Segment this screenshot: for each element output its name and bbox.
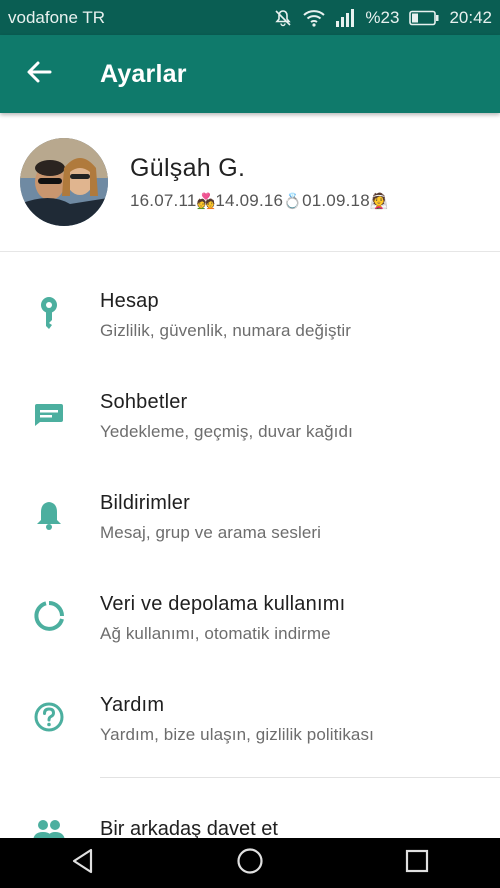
bell-icon (30, 496, 68, 534)
square-recents-icon (405, 849, 429, 878)
about-date-2: 14.09.16 (215, 190, 284, 210)
profile-about: 16.07.11💑14.09.16💍01.09.18👰 (130, 191, 389, 211)
app-bar: Ayarlar (0, 35, 500, 113)
nav-recents-button[interactable] (387, 838, 447, 888)
settings-item-title: Yardım (100, 694, 165, 716)
key-icon (30, 294, 68, 332)
divider (100, 777, 500, 778)
profile-name: Gülşah G. (130, 153, 246, 182)
arrow-back-icon (26, 59, 52, 90)
settings-item-subtitle: Yardım, bize ulaşın, gizlilik politikası (100, 725, 374, 744)
bride-emoji: 👰 (369, 192, 389, 210)
page-title: Ayarlar (100, 59, 187, 88)
clock: 20:42 (449, 7, 492, 27)
about-date-1: 16.07.11 (130, 190, 197, 210)
help-icon (30, 698, 68, 736)
back-button[interactable] (0, 35, 78, 113)
nav-home-button[interactable] (220, 838, 280, 888)
triangle-back-icon (71, 848, 95, 879)
avatar[interactable] (20, 138, 108, 226)
profile-row[interactable]: Gülşah G. 16.07.11💑14.09.16💍01.09.18👰 (0, 113, 500, 252)
settings-item-title: Hesap (100, 290, 159, 312)
couple-emoji: 💑 (196, 192, 216, 210)
status-bar: vodafone TR %23 20:42 (0, 0, 500, 35)
settings-item-title: Sohbetler (100, 391, 188, 413)
settings-item-title: Bildirimler (100, 492, 190, 514)
mute-icon (273, 8, 293, 28)
about-date-3: 01.09.18 (302, 190, 370, 210)
settings-item-subtitle: Gizlilik, güvenlik, numara değiştir (100, 321, 352, 340)
settings-item-data-storage[interactable]: Veri ve depolama kullanımı Ağ kullanımı,… (0, 555, 500, 656)
settings-item-title: Veri ve depolama kullanımı (100, 593, 346, 615)
settings-item-chats[interactable]: Sohbetler Yedekleme, geçmiş, duvar kağıd… (0, 353, 500, 454)
battery-icon (409, 10, 439, 26)
chat-icon (30, 395, 68, 433)
ring-emoji: 💍 (283, 192, 303, 210)
carrier-label: vodafone TR (8, 7, 106, 27)
nav-back-button[interactable] (53, 838, 113, 888)
battery-percent: %23 (365, 7, 400, 27)
settings-item-notifications[interactable]: Bildirimler Mesaj, grup ve arama sesleri (0, 454, 500, 555)
data-usage-icon (30, 597, 68, 635)
settings-item-subtitle: Yedekleme, geçmiş, duvar kağıdı (100, 422, 353, 441)
wifi-icon (303, 9, 326, 27)
navigation-bar (0, 838, 500, 888)
status-icons: %23 20:42 (273, 8, 492, 28)
circle-home-icon (236, 847, 264, 880)
settings-item-subtitle: Ağ kullanımı, otomatik indirme (100, 624, 331, 643)
settings-item-help[interactable]: Yardım Yardım, bize ulaşın, gizlilik pol… (0, 656, 500, 757)
settings-list: Hesap Gizlilik, güvenlik, numara değişti… (0, 252, 500, 757)
settings-item-account[interactable]: Hesap Gizlilik, güvenlik, numara değişti… (0, 252, 500, 353)
signal-icon (335, 8, 355, 27)
settings-item-subtitle: Mesaj, grup ve arama sesleri (100, 523, 322, 542)
